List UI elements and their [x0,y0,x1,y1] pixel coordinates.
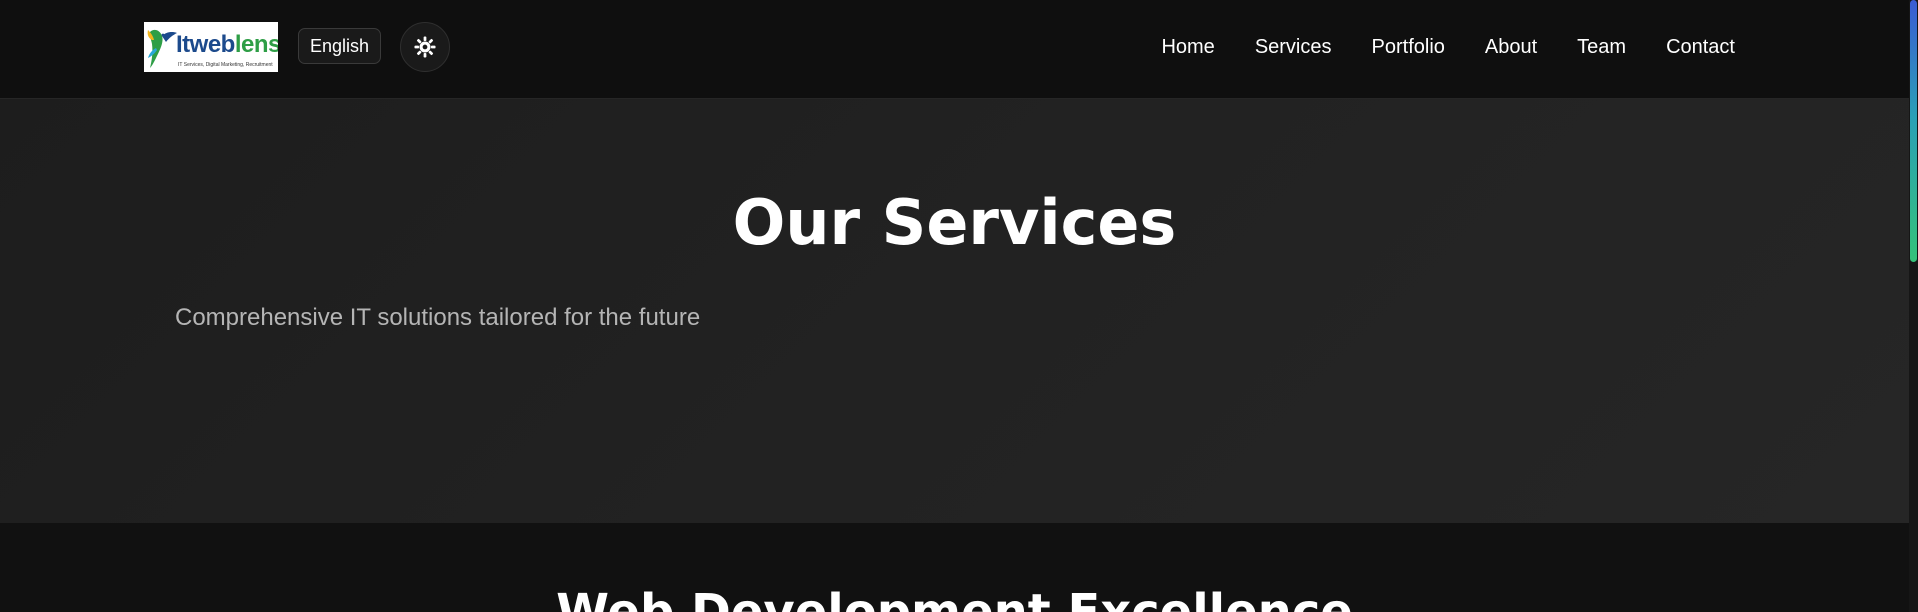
logo-tagline: IT Services, Digital Marketing, Recruitm… [178,62,273,68]
section-heading-web-development: Web Development Excellence [556,584,1353,612]
nav-link-services[interactable]: Services [1255,34,1332,60]
services-hero: Our Services Comprehensive IT solutions … [0,99,1909,523]
nav-link-contact[interactable]: Contact [1666,34,1735,60]
nav-link-portfolio[interactable]: Portfolio [1372,34,1445,60]
main-navigation: Home Services Portfolio About Team Conta… [1161,34,1735,60]
page-scrollbar[interactable] [1909,0,1918,612]
nav-link-about[interactable]: About [1485,34,1537,60]
scrollbar-thumb[interactable] [1910,0,1917,262]
nav-link-team[interactable]: Team [1577,34,1626,60]
top-navbar: Itweblens IT Services, Digital Marketing… [0,0,1909,99]
logo-wordmark: Itweblens [176,31,278,58]
page-title: Our Services [732,186,1177,259]
nav-link-home[interactable]: Home [1161,34,1214,60]
brand-logo[interactable]: Itweblens IT Services, Digital Marketing… [144,22,278,72]
hero-subtitle: Comprehensive IT solutions tailored for … [175,304,701,331]
page: Itweblens IT Services, Digital Marketing… [0,0,1918,612]
hummingbird-logo-icon [147,29,177,68]
sun-icon [414,36,436,58]
language-selector[interactable]: English [298,28,382,64]
theme-toggle-button[interactable] [400,22,450,72]
